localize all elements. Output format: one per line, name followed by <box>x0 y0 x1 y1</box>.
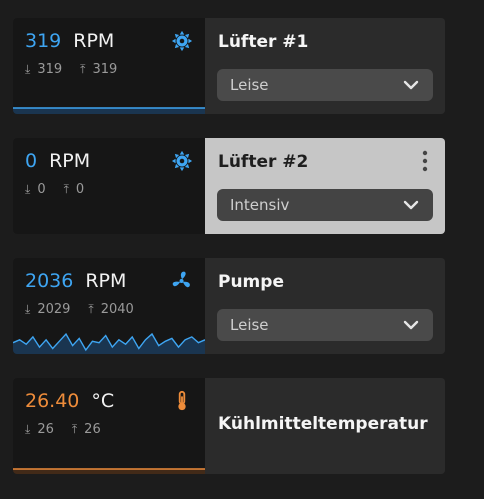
pump-minmax: ⤓ 2029 ⤒ 2040 <box>25 302 134 317</box>
min-arrow-icon: ⤓ <box>25 182 31 196</box>
pump-min-value: 2029 <box>37 302 71 317</box>
sparkline-area <box>13 108 205 114</box>
chevron-down-icon <box>403 80 419 90</box>
fan-2-controls: Lüfter #2 Intensiv <box>205 138 445 234</box>
coolant-controls: Kühlmitteltemperatur <box>205 378 445 474</box>
fan-1-sparkline <box>13 107 205 114</box>
fan-icon <box>171 150 193 172</box>
coolant-temp-value: 26.40 <box>25 390 80 412</box>
pump-sparkline <box>13 332 205 354</box>
coolant-min-value: 26 <box>37 422 54 437</box>
fan-2-rpm-value: 0 <box>25 150 38 172</box>
max-arrow-icon: ⤒ <box>71 422 78 436</box>
fan-1-mode-select[interactable]: Leise <box>217 69 433 101</box>
min-arrow-icon: ⤓ <box>25 422 31 436</box>
coolant-max-value: 26 <box>84 422 101 437</box>
chevron-down-icon <box>403 320 419 330</box>
coolant-minmax: ⤓ 26 ⤒ 26 <box>25 422 101 437</box>
pump-mode-label: Leise <box>230 316 269 334</box>
fan-2-mode-label: Intensiv <box>230 196 290 214</box>
fan-1-max-value: 319 <box>92 62 118 77</box>
coolant-value-row: 26.40 °C <box>25 390 114 416</box>
max-arrow-icon: ⤒ <box>88 302 94 316</box>
pump-value-row: 2036 RPM <box>25 270 126 296</box>
fan-1-card: 319 RPM ⤓ 319 ⤒ 319 Lüfter #1 Leise <box>13 18 445 114</box>
fan-1-mode-label: Leise <box>230 76 269 94</box>
coolant-readout: 26.40 °C ⤓ 26 ⤒ 26 <box>13 378 205 474</box>
pump-unit: RPM <box>85 270 127 292</box>
pump-rpm-value: 2036 <box>25 270 74 292</box>
pump-controls: Pumpe Leise <box>205 258 445 354</box>
thermometer-icon <box>178 390 186 411</box>
fan-1-controls: Lüfter #1 Leise <box>205 18 445 114</box>
fan-1-min-value: 319 <box>37 62 63 77</box>
fan-1-minmax: ⤓ 319 ⤒ 319 <box>25 62 117 77</box>
fan-2-title: Lüfter #2 <box>218 152 309 172</box>
min-arrow-icon: ⤓ <box>25 62 31 76</box>
pump-icon <box>172 271 190 288</box>
fan-1-unit: RPM <box>73 30 115 52</box>
max-arrow-icon: ⤒ <box>63 182 69 196</box>
pump-readout: 2036 RPM ⤓ 2029 ⤒ 2040 <box>13 258 205 354</box>
chevron-down-icon <box>403 200 419 210</box>
fan-2-readout: 0 RPM ⤓ 0 ⤒ 0 <box>13 138 205 234</box>
fan-2-card: 0 RPM ⤓ 0 ⤒ 0 Lüfter #2 Intensiv <box>13 138 445 234</box>
fan-1-title: Lüfter #1 <box>218 32 309 52</box>
coolant-unit: °C <box>91 390 115 412</box>
fan-1-readout: 319 RPM ⤓ 319 ⤒ 319 <box>13 18 205 114</box>
max-arrow-icon: ⤒ <box>80 62 86 76</box>
fan-2-minmax: ⤓ 0 ⤒ 0 <box>25 182 84 197</box>
sparkline-area <box>13 469 205 474</box>
min-arrow-icon: ⤓ <box>25 302 31 316</box>
fan-2-mode-select[interactable]: Intensiv <box>217 189 433 221</box>
fan-2-max-value: 0 <box>75 182 85 197</box>
pump-mode-select[interactable]: Leise <box>217 309 433 341</box>
fan-2-min-value: 0 <box>37 182 46 197</box>
pump-card: 2036 RPM ⤓ 2029 ⤒ 2040 Pumpe Leise <box>13 258 445 354</box>
pump-title: Pumpe <box>218 272 284 292</box>
fan-2-unit: RPM <box>49 150 91 172</box>
coolant-sparkline <box>13 468 205 474</box>
fan-2-value-row: 0 RPM <box>25 150 90 176</box>
fan-icon <box>171 30 193 52</box>
fan-1-rpm-value: 319 <box>25 30 62 52</box>
coolant-temp-card: 26.40 °C ⤓ 26 ⤒ 26 Kühlmitteltemperatur <box>13 378 445 474</box>
more-vertical-icon[interactable] <box>417 148 433 174</box>
coolant-title: Kühlmitteltemperatur <box>218 414 428 434</box>
pump-max-value: 2040 <box>100 302 134 317</box>
fan-1-value-row: 319 RPM <box>25 30 114 56</box>
